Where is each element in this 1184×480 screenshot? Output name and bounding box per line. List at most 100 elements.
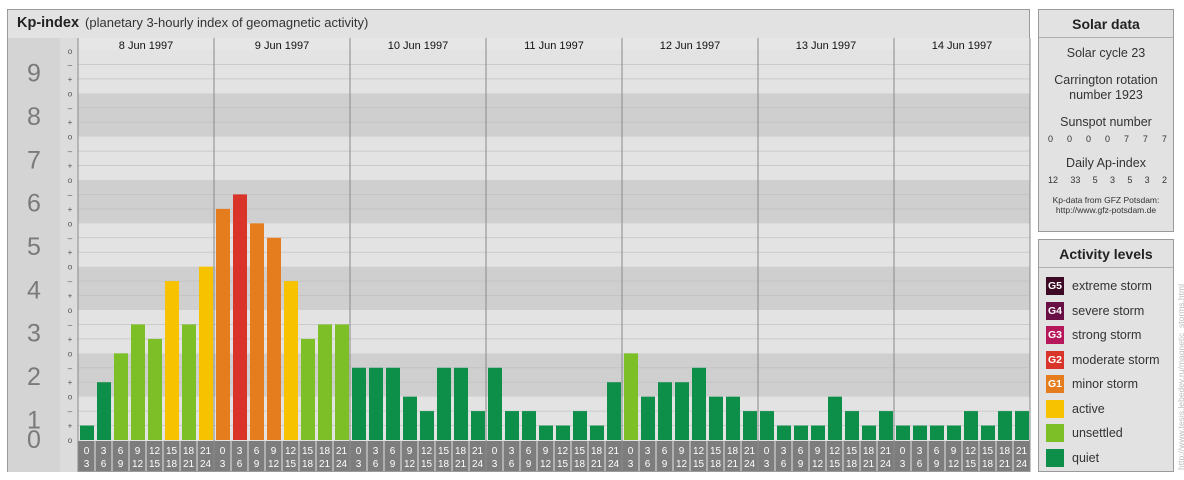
kp-bar — [488, 367, 502, 440]
hour-label-end: 21 — [999, 459, 1011, 470]
hour-label-end: 12 — [948, 459, 960, 470]
ap-value: 3 — [1144, 175, 1150, 185]
hour-label-end: 15 — [829, 459, 841, 470]
hour-label-end: 24 — [472, 459, 484, 470]
hour-label-end: 3 — [84, 459, 90, 470]
hour-label-start: 18 — [455, 446, 467, 457]
kp-bar — [726, 396, 740, 440]
ap-index-label: Daily Ap-index — [1066, 156, 1146, 170]
y-minor-tick: – — [68, 364, 73, 373]
sunspot-value: 0 — [1048, 134, 1054, 144]
solar-cycle: Solar cycle 23 — [1066, 46, 1146, 60]
hour-label-end: 9 — [934, 459, 940, 470]
y-minor-tick: – — [68, 104, 73, 113]
kp-bar — [97, 382, 111, 440]
hour-label-start: 12 — [965, 446, 977, 457]
day-label: 14 Jun 1997 — [932, 40, 993, 52]
hour-label-end: 12 — [812, 459, 824, 470]
kp-bar — [828, 396, 842, 440]
hour-label-start: 9 — [543, 446, 549, 457]
hour-label-end: 18 — [982, 459, 994, 470]
hour-label-start: 3 — [781, 446, 787, 457]
y-minor-tick: + — [68, 378, 73, 387]
hour-label-start: 6 — [118, 446, 124, 457]
hour-label-end: 9 — [390, 459, 396, 470]
ap-value: 5 — [1127, 175, 1133, 185]
legend-item-unsettled: unsettled — [1046, 421, 1173, 446]
y-tick-label: 6 — [27, 190, 41, 218]
day-label: 13 Jun 1997 — [796, 40, 857, 52]
hour-label-end: 12 — [540, 459, 552, 470]
hour-label-end: 18 — [846, 459, 858, 470]
sunspot-label: Sunspot number — [1060, 115, 1152, 129]
hour-label-end: 24 — [608, 459, 620, 470]
kp-bar — [403, 396, 417, 440]
sunspot-value: 0 — [1066, 134, 1072, 144]
y-minor-tick: o — [68, 219, 73, 228]
hour-label-end: 15 — [285, 459, 297, 470]
legend-label: quiet — [1072, 450, 1100, 465]
ap-value: 33 — [1070, 175, 1081, 185]
kp-bar — [454, 367, 468, 440]
hour-label-start: 21 — [472, 446, 484, 457]
legend-label: extreme storm — [1072, 279, 1152, 294]
hour-label-start: 18 — [319, 446, 331, 457]
sunspot-value: 0 — [1085, 134, 1091, 144]
kp-band — [78, 136, 1030, 180]
legend-swatch: G3 — [1046, 326, 1064, 345]
credit-link[interactable]: http://www.gfz-potsdam.de — [1039, 205, 1173, 215]
kp-bar — [250, 223, 264, 440]
kp-chart-panel: 0 1 2 3 4 5 6 7 8 9 o + – o + – o + – o + – o + – o + – o + – o + – o + – o 8 … — [7, 9, 1031, 472]
y-minor-tick: – — [68, 147, 73, 156]
kp-bar — [998, 411, 1012, 440]
kp-bar — [335, 324, 349, 440]
hour-label-end: 6 — [509, 459, 515, 470]
kp-bar — [794, 425, 808, 440]
source-watermark: http://www.tesis.lebedev.ru/magnetic_sto… — [1176, 284, 1184, 470]
kp-bar — [539, 425, 553, 440]
hour-label-end: 3 — [628, 459, 634, 470]
y-minor-tick: o — [68, 263, 73, 272]
day-label: 9 Jun 1997 — [255, 40, 309, 52]
solar-data-panel: Solar data Solar cycle 23 Carrington rot… — [1038, 9, 1174, 232]
y-minor-tick: + — [68, 118, 73, 127]
y-minor-tick: o — [68, 393, 73, 402]
y-tick-label: 3 — [27, 320, 41, 348]
hour-label-end: 9 — [254, 459, 260, 470]
hour-label-end: 21 — [319, 459, 331, 470]
kp-bar — [216, 208, 230, 440]
hour-label-end: 6 — [373, 459, 379, 470]
legend-swatch — [1046, 399, 1064, 418]
y-tick-label: 2 — [27, 363, 41, 391]
hour-label-start: 9 — [679, 446, 685, 457]
sunspot-value: 7 — [1142, 134, 1148, 144]
ap-value: 3 — [1109, 175, 1115, 185]
hour-label-end: 6 — [645, 459, 651, 470]
hour-label-start: 0 — [764, 446, 770, 457]
hour-label-start: 3 — [237, 446, 243, 457]
hour-label-start: 9 — [951, 446, 957, 457]
y-minor-tick: – — [68, 277, 73, 286]
hour-label-start: 0 — [492, 446, 498, 457]
hour-label-start: 3 — [917, 446, 923, 457]
kp-chart: 0123456789o+–o+–o+–o+–o+–o+–o+–o+–o+–o 8 … — [8, 38, 1031, 472]
hour-label-start: 12 — [421, 446, 433, 457]
legend-label: moderate storm — [1072, 352, 1160, 367]
hour-label-end: 21 — [863, 459, 875, 470]
data-credit: Kp-data from GFZ Potsdam: http://www.gfz… — [1039, 195, 1173, 215]
hour-label-start: 15 — [166, 446, 178, 457]
y-minor-tick: + — [68, 205, 73, 214]
hour-label-end: 18 — [710, 459, 722, 470]
hour-label-start: 12 — [693, 446, 705, 457]
kp-bar — [624, 353, 638, 440]
hour-label-end: 21 — [591, 459, 603, 470]
hour-label-start: 3 — [509, 446, 515, 457]
kp-bar — [386, 367, 400, 440]
y-minor-tick: – — [68, 407, 73, 416]
chart-title-main: Kp-index — [17, 15, 80, 31]
hour-label-end: 15 — [965, 459, 977, 470]
day-label: 10 Jun 1997 — [388, 40, 449, 52]
activity-levels-panel: Activity levels G5 extreme storm G4 severe… — [1038, 239, 1174, 472]
hour-label-start: 12 — [149, 446, 161, 457]
ap-value: 5 — [1092, 175, 1098, 185]
